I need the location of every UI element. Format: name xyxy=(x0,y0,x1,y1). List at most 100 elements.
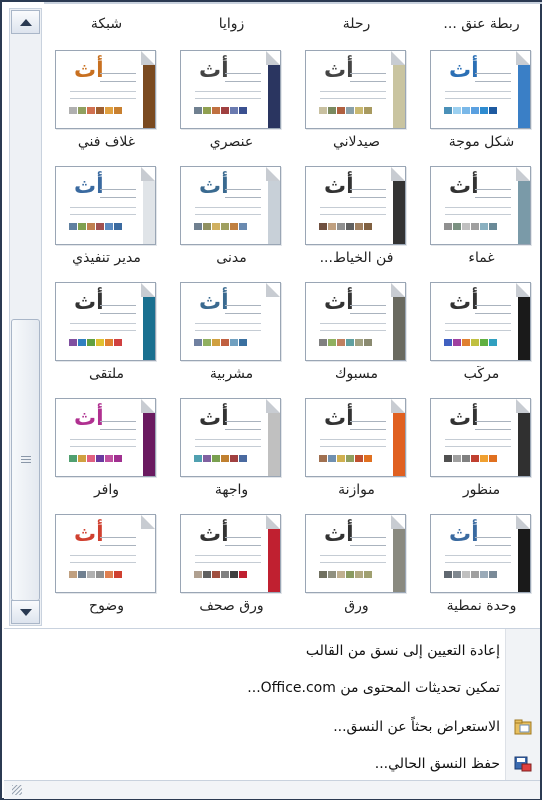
theme-thumbnail[interactable]: أث xyxy=(430,398,531,477)
color-swatch xyxy=(355,571,363,578)
theme-thumbnail[interactable]: أث xyxy=(305,514,406,593)
page-fold-icon xyxy=(266,51,280,65)
theme-item[interactable]: أث منظور xyxy=(419,394,542,510)
theme-thumbnail[interactable]: أث xyxy=(305,166,406,245)
theme-item[interactable]: أث موازنة xyxy=(294,394,419,510)
color-swatch xyxy=(480,107,488,114)
theme-thumbnail[interactable]: أث xyxy=(180,514,281,593)
theme-thumbnail[interactable]: أث xyxy=(55,282,156,361)
page-fold-icon xyxy=(141,399,155,413)
color-swatch xyxy=(471,339,479,346)
sample-line xyxy=(195,555,261,556)
sample-line xyxy=(195,323,261,324)
theme-thumbnail[interactable]: أث xyxy=(430,282,531,361)
sample-line xyxy=(350,421,386,422)
page-fold-icon xyxy=(391,51,405,65)
sample-line xyxy=(100,429,136,430)
theme-item[interactable]: أث فن الخياط... xyxy=(294,162,419,278)
theme-thumbnail[interactable]: أث xyxy=(430,514,531,593)
scroll-up-button[interactable] xyxy=(11,10,40,34)
theme-item[interactable]: أث وافر xyxy=(44,394,169,510)
theme-sample-text: أث xyxy=(74,58,104,83)
theme-item[interactable]: أث شكل موجة xyxy=(419,46,542,162)
color-swatch xyxy=(462,571,470,578)
color-swatches xyxy=(444,223,497,230)
theme-item[interactable]: أث مركّب xyxy=(419,278,542,394)
color-swatches xyxy=(444,339,497,346)
theme-label[interactable]: ربطة عنق ... xyxy=(419,2,542,46)
enable-updates-menu-item[interactable]: تمكين تحديثات المحتوى من Office.com... xyxy=(20,674,500,702)
reset-theme-menu-item[interactable]: إعادة التعيين إلى نسق من القالب xyxy=(20,637,500,665)
scroll-thumb[interactable] xyxy=(11,319,40,601)
theme-thumbnail[interactable]: أث xyxy=(305,50,406,129)
color-swatch xyxy=(471,455,479,462)
color-swatch xyxy=(346,339,354,346)
color-swatch xyxy=(319,223,327,230)
color-swatch xyxy=(471,107,479,114)
theme-item[interactable]: أث ورق صحف xyxy=(169,510,294,626)
theme-thumbnail[interactable]: أث xyxy=(180,282,281,361)
theme-item[interactable]: أث مسبوك xyxy=(294,278,419,394)
theme-thumbnail[interactable]: أث xyxy=(55,514,156,593)
theme-label[interactable]: شبكة xyxy=(44,2,169,46)
sample-line xyxy=(70,214,136,215)
theme-item[interactable]: أث عنصري xyxy=(169,46,294,162)
sample-line xyxy=(195,562,261,563)
color-swatches xyxy=(319,339,372,346)
color-swatch xyxy=(328,223,336,230)
theme-item[interactable]: أث مدنى xyxy=(169,162,294,278)
color-swatch xyxy=(212,339,220,346)
sample-line xyxy=(350,73,386,74)
theme-item[interactable]: أث صيدلاني xyxy=(294,46,419,162)
theme-label: مسبوك xyxy=(335,366,378,382)
save-theme-menu-item[interactable]: حفظ النسق الحالي... xyxy=(20,750,500,778)
color-swatch xyxy=(364,339,372,346)
resize-bar xyxy=(4,780,540,799)
theme-item[interactable]: أث غماء xyxy=(419,162,542,278)
theme-item[interactable]: أث وحدة نمطية xyxy=(419,510,542,626)
theme-thumbnail[interactable]: أث xyxy=(55,398,156,477)
theme-sample-text: أث xyxy=(449,290,479,315)
page-fold-icon xyxy=(516,283,530,297)
theme-sample-text: أث xyxy=(74,522,104,547)
resize-grip-icon[interactable] xyxy=(12,785,22,795)
color-swatches xyxy=(319,107,372,114)
color-swatch xyxy=(194,107,202,114)
theme-label[interactable]: زوايا xyxy=(169,2,294,46)
color-swatch xyxy=(444,339,452,346)
theme-thumbnail[interactable]: أث xyxy=(180,398,281,477)
color-swatch xyxy=(480,571,488,578)
gallery-scrollbar[interactable] xyxy=(9,8,42,626)
theme-thumbnail[interactable]: أث xyxy=(180,166,281,245)
theme-item[interactable]: أث مشربية xyxy=(169,278,294,394)
page-fold-icon xyxy=(391,283,405,297)
theme-item[interactable]: أث ملتقى xyxy=(44,278,169,394)
theme-thumbnail[interactable]: أث xyxy=(305,282,406,361)
theme-thumbnail[interactable]: أث xyxy=(55,166,156,245)
color-swatch xyxy=(480,339,488,346)
theme-thumbnail[interactable]: أث xyxy=(430,166,531,245)
theme-sample-text: أث xyxy=(74,290,104,315)
browse-themes-menu-item[interactable]: الاستعراض بحثاً عن النسق... xyxy=(20,713,500,741)
theme-item[interactable]: أث وضوح xyxy=(44,510,169,626)
theme-label: غلاف فني xyxy=(77,134,136,150)
color-swatch xyxy=(69,339,77,346)
theme-thumbnail[interactable]: أث xyxy=(305,398,406,477)
sample-line xyxy=(100,197,136,198)
scroll-down-button[interactable] xyxy=(11,600,40,624)
color-swatch xyxy=(203,339,211,346)
theme-thumbnail[interactable]: أث xyxy=(180,50,281,129)
theme-item[interactable]: أث مدير تنفيذي xyxy=(44,162,169,278)
color-swatch xyxy=(355,223,363,230)
theme-thumbnail[interactable]: أث xyxy=(55,50,156,129)
theme-label[interactable]: رحلة xyxy=(294,2,419,46)
color-swatch xyxy=(194,455,202,462)
theme-item[interactable]: أث واجهة xyxy=(169,394,294,510)
color-swatch xyxy=(105,339,113,346)
theme-item[interactable]: أث ورق xyxy=(294,510,419,626)
color-swatch xyxy=(453,107,461,114)
grip-icon xyxy=(20,455,31,465)
theme-item[interactable]: أث غلاف فني xyxy=(44,46,169,162)
theme-thumbnail[interactable]: أث xyxy=(430,50,531,129)
theme-label: ملتقى xyxy=(88,366,125,382)
